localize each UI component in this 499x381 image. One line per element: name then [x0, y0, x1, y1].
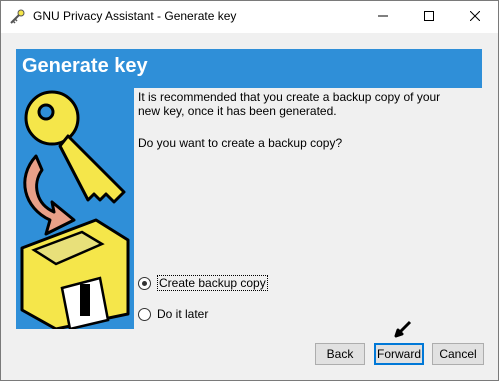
backup-recommendation-text-line1: It is recommended that you create a back… [138, 90, 441, 104]
arrow-icon [23, 154, 76, 236]
title-bar[interactable]: GNU Privacy Assistant - Generate key [1, 1, 498, 33]
gpa-key-icon [9, 9, 25, 25]
radio-selected-indicator[interactable] [138, 276, 151, 290]
create-backup-radio[interactable]: Create backup copy [138, 274, 268, 292]
close-button[interactable] [452, 1, 498, 33]
key-icon [24, 90, 126, 204]
dialog-window: GNU Privacy Assistant - Generate key Gen… [0, 0, 499, 381]
close-icon [469, 10, 481, 24]
floppy-disk-icon [20, 218, 130, 329]
create-backup-label[interactable]: Create backup copy [157, 275, 268, 291]
key-floppy-backup-illustration [20, 90, 130, 329]
radio-unselected-indicator[interactable] [138, 307, 151, 321]
backup-recommendation-text-line2: new key, once it has been generated. [138, 104, 337, 118]
forward-button[interactable]: Forward [374, 343, 424, 365]
content-area: It is recommended that you create a back… [134, 88, 482, 329]
do-it-later-radio[interactable]: Do it later [138, 305, 208, 323]
window-title: GNU Privacy Assistant - Generate key [33, 9, 237, 23]
side-panel [16, 88, 134, 329]
page-banner: Generate key [16, 49, 482, 88]
backup-question-text: Do you want to create a backup copy? [138, 136, 343, 150]
back-button[interactable]: Back [315, 343, 365, 365]
cancel-button[interactable]: Cancel [432, 343, 484, 365]
page-title: Generate key [22, 55, 148, 77]
maximize-button[interactable] [406, 1, 452, 33]
do-it-later-label[interactable]: Do it later [157, 307, 208, 321]
minimize-icon [378, 10, 388, 24]
mouse-pointer-icon [394, 320, 412, 341]
maximize-icon [424, 10, 434, 24]
minimize-button[interactable] [360, 1, 406, 33]
